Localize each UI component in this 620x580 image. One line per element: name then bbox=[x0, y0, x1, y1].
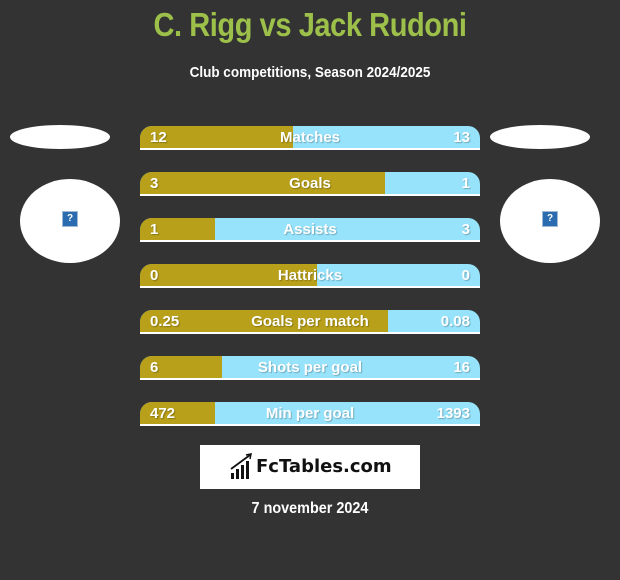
stat-label: Goals bbox=[289, 175, 331, 192]
broken-image-icon: ? bbox=[542, 211, 558, 227]
stat-label: Shots per goal bbox=[257, 359, 363, 376]
left-value: 12 bbox=[150, 129, 167, 146]
bar-chart-growth-icon bbox=[230, 453, 252, 479]
right-value: 1393 bbox=[436, 405, 470, 422]
right-player-avatar: ? bbox=[500, 179, 600, 263]
right-value: 0 bbox=[461, 267, 470, 284]
left-value: 3 bbox=[150, 175, 159, 192]
right-player-name-badge bbox=[490, 125, 590, 149]
broken-image-icon: ? bbox=[62, 211, 78, 227]
right-value: 3 bbox=[461, 221, 470, 238]
left-value: 1 bbox=[150, 221, 159, 238]
stat-label: Assists bbox=[283, 221, 337, 238]
page-subtitle: Club competitions, Season 2024/2025 bbox=[189, 64, 431, 81]
report-date: 7 november 2024 bbox=[251, 500, 369, 517]
left-value: 0 bbox=[150, 267, 159, 284]
right-value: 0.08 bbox=[440, 313, 470, 330]
stat-row-matches: Matches 12 13 bbox=[140, 126, 480, 150]
left-value: 6 bbox=[150, 359, 159, 376]
stat-row-goals-per-match: Goals per match 0.25 0.08 bbox=[140, 310, 480, 334]
right-value: 16 bbox=[453, 359, 470, 376]
logo-text: FcTables.com bbox=[256, 456, 392, 477]
stat-label: Matches bbox=[279, 129, 341, 146]
stat-row-goals: Goals 3 1 bbox=[140, 172, 480, 196]
left-value: 472 bbox=[150, 405, 176, 422]
stat-row-min-per-goal: Min per goal 472 1393 bbox=[140, 402, 480, 426]
page-title: C. Rigg vs Jack Rudoni bbox=[153, 6, 467, 43]
stat-row-assists: Assists 1 3 bbox=[140, 218, 480, 242]
stat-label: Goals per match bbox=[251, 313, 369, 330]
stat-row-shots-per-goal: Shots per goal 6 16 bbox=[140, 356, 480, 380]
left-player-avatar: ? bbox=[20, 179, 120, 263]
stat-row-hattricks: Hattricks 0 0 bbox=[140, 264, 480, 288]
left-player-name-badge bbox=[10, 125, 110, 149]
right-value: 13 bbox=[453, 129, 470, 146]
fctables-logo-link[interactable]: FcTables.com bbox=[200, 445, 420, 489]
stat-label: Hattricks bbox=[277, 267, 343, 284]
right-value: 1 bbox=[461, 175, 470, 192]
stat-label: Min per goal bbox=[265, 405, 355, 422]
left-value: 0.25 bbox=[150, 313, 180, 330]
